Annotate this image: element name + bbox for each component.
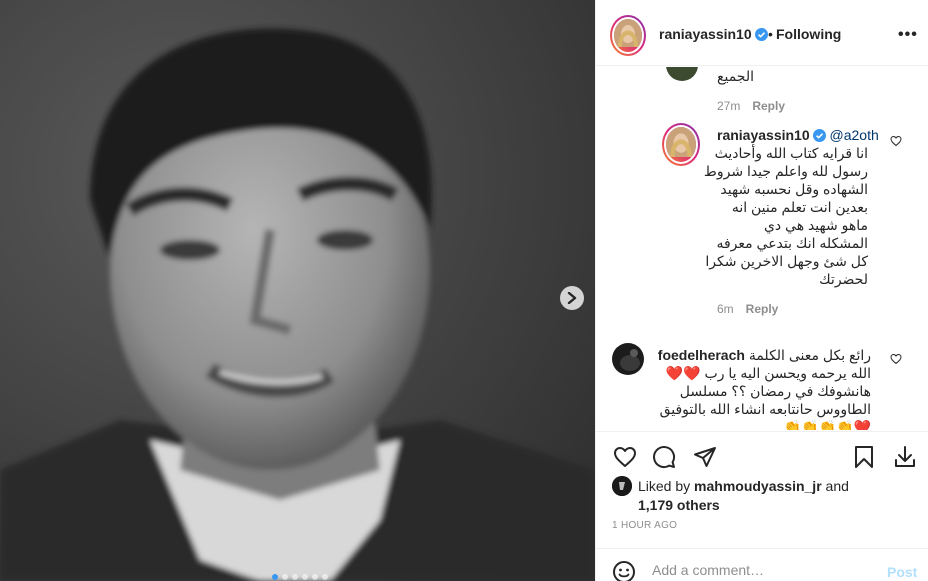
share-icon[interactable] [693,445,717,469]
comment-line: ❤️👏👏👏👏 [783,419,871,430]
likes-and: and [825,478,849,494]
author-username-text[interactable]: raniayassin10 [659,26,752,42]
comment-first-line: رائع بكل معنى الكلمة foedelherach [612,346,871,364]
avatar-image [666,67,698,81]
reply-button[interactable]: Reply [752,99,785,113]
like-comment-heart-icon[interactable] [890,353,902,365]
comment-line: الشهاده وقل نحسبه شهيد [720,181,868,197]
comment-username[interactable]: raniayassin10 [717,127,810,143]
more-options-button[interactable]: ••• [898,26,918,44]
comment-header: raniayassin10 @a2oth [717,126,879,144]
like-comment-heart-icon[interactable] [890,135,902,147]
post-header: raniayassin10 • Following ••• [596,0,928,66]
carousel-indicator [272,574,328,580]
likes-summary: Liked by mahmoudyassin_jr and 1,179 othe… [612,476,849,514]
post-image [0,0,595,581]
avatar-image [666,127,696,157]
save-icon[interactable] [853,445,875,469]
comment-line: رائع بكل معنى الكلمة [748,347,871,363]
comment-meta: 27m Reply [717,99,785,113]
chevron-right-icon [567,292,577,304]
comments-list[interactable]: الجميع 27m Reply raniayassin10 @a2oth ان… [596,67,928,430]
likes-prefix: Liked by [638,478,691,494]
comment-body: انا قرايه كتاب الله وأحاديث رسول لله واع… [696,144,868,288]
carousel-dot [322,574,328,580]
comment-line: المشكله انك بتدعي معرفه [716,235,868,251]
verified-icon [754,28,768,41]
following-button[interactable]: Following [776,26,841,42]
avatar-image [612,476,632,496]
carousel-dot [282,574,288,580]
post-photo[interactable] [0,0,595,581]
liker-username[interactable]: mahmoudyassin_jr [694,478,822,494]
carousel-dot [302,574,308,580]
likes-others-link[interactable]: 1,179 others [638,497,720,513]
comment-meta: 6m Reply [717,302,778,316]
comment-age: 6m [717,302,734,316]
comment-body: رائع بكل معنى الكلمة foedelherach الله ي… [612,346,871,430]
author-avatar[interactable] [610,15,646,56]
emoji-icon[interactable] [612,560,636,581]
add-comment-bar: Post [596,548,928,581]
avatar-image [614,19,642,47]
next-photo-button[interactable] [560,286,584,310]
add-comment-input[interactable] [652,562,872,578]
header-separator: • [768,26,773,42]
comment-username[interactable]: foedelherach [658,347,745,363]
comment-line: الله يرحمه ويحسن اليه يا رب ❤️❤️ [665,365,871,381]
commenter-avatar[interactable] [666,67,698,81]
post-comment-button[interactable]: Post [887,564,917,580]
download-icon[interactable] [893,445,917,469]
comment-line: ماهو شهيد هي دي [763,217,868,233]
comment-line: رسول لله واعلم جيدا شروط [703,163,868,179]
author-username[interactable]: raniayassin10 [659,26,768,42]
comment-line: كل شئ وجهل الاخرين شكرا [705,253,868,269]
comment-age: 27m [717,99,741,113]
comment-mention[interactable]: @a2oth [830,127,879,143]
carousel-dot [272,574,278,580]
comment-line: بعدين انت تعلم منين انه [731,199,868,215]
comment-line: لحضرتك [819,271,868,287]
comment-text: الجميع [717,68,754,84]
heart-icon[interactable] [612,445,638,469]
liker-avatar[interactable] [612,476,632,496]
carousel-dot [312,574,318,580]
post-side-panel: raniayassin10 • Following ••• الجميع 27m… [595,0,928,581]
commenter-avatar[interactable] [662,123,700,166]
comment-icon[interactable] [652,445,676,469]
comment-line: هانشوفك في رمضان ؟؟ مسلسل [679,383,871,399]
carousel-dot [292,574,298,580]
reply-button[interactable]: Reply [746,302,779,316]
comment-line: انا قرايه كتاب الله وأحاديث [714,145,868,161]
verified-icon [812,129,826,142]
comment-line: الطاووس حانتابعه انشاء الله بالتوفيق [659,401,871,417]
post-timestamp[interactable]: 1 HOUR AGO [612,520,677,531]
